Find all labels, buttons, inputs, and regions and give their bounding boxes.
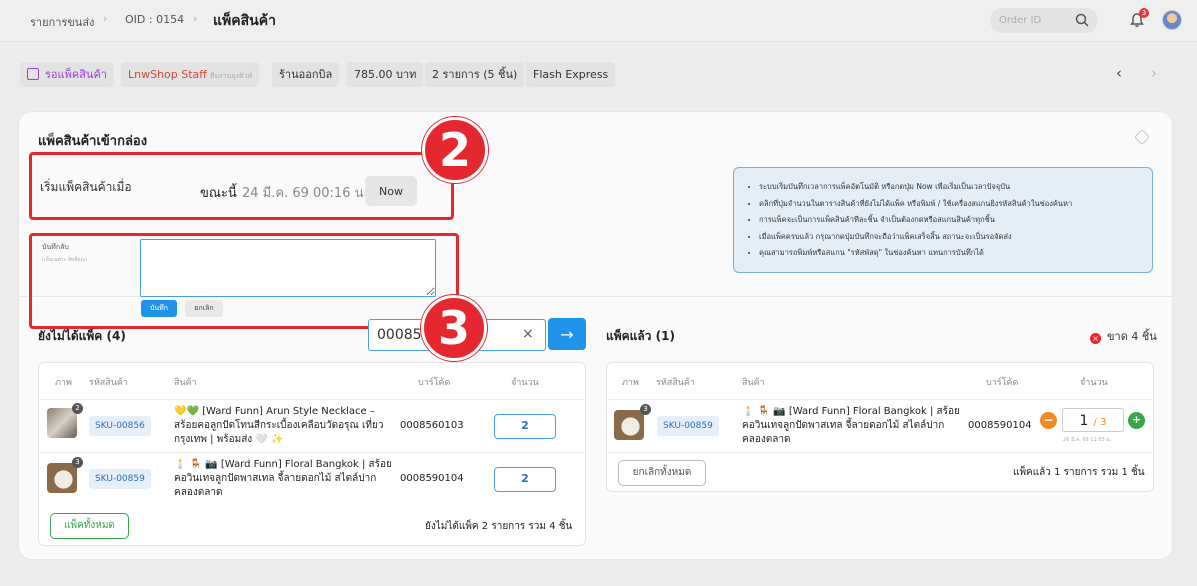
now-label: ขณะนี้ xyxy=(200,186,237,201)
barcode-value: 0008590104 xyxy=(400,473,464,484)
product-name-line: 💛💚 [Ward Funn] Arun Style Necklace – xyxy=(174,406,375,417)
packed-timestamp: 26 มี.ค. 69 11:03 น. xyxy=(1063,437,1112,443)
column-header-qty: จำนวน xyxy=(1080,378,1108,388)
callout-badge-3: 3 xyxy=(421,295,487,361)
instruction-item: การแพ็คจะเป็นการแพ็คสินค้าทีละชิ้น จำเป็… xyxy=(759,212,1142,229)
missing-count: × ขาด 4 ชิ้น xyxy=(1090,327,1157,345)
sku-tag: SKU-00859 xyxy=(89,469,151,489)
callout-badge-2: 2 xyxy=(422,117,488,183)
thumbnail-badge: 3 xyxy=(72,457,83,468)
column-header-barcode: บาร์โค้ด xyxy=(986,378,1019,388)
row-divider xyxy=(39,399,585,400)
product-name-line: คลองตลาด xyxy=(742,434,791,445)
pack-all-button[interactable]: แพ็คทั้งหมด xyxy=(50,513,129,539)
thumbnail-badge: 3 xyxy=(640,404,651,415)
product-thumbnail xyxy=(47,408,77,438)
column-header-qty: จำนวน xyxy=(511,378,539,388)
unpacked-summary: ยังไม่ได้แพ็ค 2 รายการ รวม 4 ชิ้น xyxy=(425,521,573,532)
package-icon xyxy=(27,68,39,80)
now-button[interactable]: Now xyxy=(365,176,417,206)
avatar[interactable] xyxy=(1162,10,1182,30)
column-header-sku: รหัสสินค้า xyxy=(89,378,128,388)
product-thumbnail xyxy=(47,463,77,493)
scan-submit-button[interactable]: → xyxy=(548,318,586,350)
product-thumbnail xyxy=(614,410,644,440)
amount-badge: 785.00 บาท xyxy=(347,62,424,87)
breadcrumb-order[interactable]: OID : 0154 xyxy=(125,13,184,26)
order-search xyxy=(990,8,1098,33)
instruction-item: เมื่อแพ็คครบแล้ว กรุณากดปุ่มบันทึกจะถือว… xyxy=(759,229,1142,246)
increase-qty-button[interactable]: + xyxy=(1128,412,1145,429)
status-badge: รอแพ็คสินค้า xyxy=(20,62,114,87)
order-status-bar: รอแพ็คสินค้า LnwShop Staff ทีมงานลุงคิวท์… xyxy=(0,56,1197,94)
breadcrumb-separator-icon: › xyxy=(103,12,108,25)
next-order-icon[interactable]: › xyxy=(1151,64,1157,82)
packed-qty-value: 1 xyxy=(1079,413,1089,429)
barcode-value: 0008590104 xyxy=(968,420,1032,431)
note-textarea[interactable] xyxy=(140,239,436,297)
pack-section-title: แพ็คสินค้าเข้ากล่อง xyxy=(38,134,148,149)
bill-status-badge: ร้านออกบิล xyxy=(272,62,340,87)
pack-qty-button[interactable]: 2 xyxy=(494,467,556,492)
cancel-note-button[interactable]: ยกเลิก xyxy=(185,300,223,317)
unpacked-heading: ยังไม่ได้แพ็ค (4) xyxy=(38,329,126,343)
barcode-value: 0008560103 xyxy=(400,420,464,431)
instructions-box: ระบบเริ่มบันทึกเวลาการแพ็คอัตโนมัติ หรือ… xyxy=(733,167,1153,273)
staff-badge: LnwShop Staff ทีมงานลุงคิวท์ xyxy=(121,62,260,87)
current-time: 24 มี.ค. 69 00:16 น. xyxy=(242,186,368,201)
row-divider xyxy=(607,399,1153,400)
pack-qty-button[interactable]: 2 xyxy=(494,414,556,439)
product-name-line: 🕯️ 🪑 📷 [Ward Funn] Floral Bangkok | สร้อ… xyxy=(742,406,960,417)
order-search-input[interactable] xyxy=(999,12,1069,29)
packed-heading: แพ็คแล้ว (1) xyxy=(606,329,675,343)
packed-qty-field[interactable]: 1 / 3 xyxy=(1062,408,1124,432)
instruction-item: คุณสามารถพิมพ์หรือสแกน "รหัสพัสดุ" ในช่อ… xyxy=(759,245,1142,262)
product-name-line: คอวินเทจลูกปัดพาสเทล จี้ลายดอกไม้ สไตล์ป… xyxy=(174,473,377,484)
product-name-line: 🕯️ 🪑 📷 [Ward Funn] Floral Bangkok | สร้อ… xyxy=(174,459,392,470)
notification-badge: 3 xyxy=(1139,8,1149,18)
save-note-button[interactable]: บันทึก xyxy=(141,300,177,317)
page-title: แพ็คสินค้า xyxy=(213,13,276,29)
cancel-all-button[interactable]: ยกเลิกทั้งหมด xyxy=(618,460,706,486)
search-icon[interactable] xyxy=(1074,12,1090,28)
sku-tag: SKU-00856 xyxy=(89,416,151,436)
previous-order-icon[interactable]: ‹ xyxy=(1116,64,1122,82)
note-label: บันทึกลับ xyxy=(42,243,69,251)
product-name-line: คอวินเทจลูกปัดพาสเทล จี้ลายดอกไม้ สไตล์ป… xyxy=(742,420,945,431)
product-name-line: กรุงเทพ | พร้อมส่ง 🤍 ✨ xyxy=(174,434,284,445)
row-divider xyxy=(607,452,1153,453)
column-header-product: สินค้า xyxy=(742,378,765,388)
column-header-barcode: บาร์โค้ด xyxy=(418,378,451,388)
clear-icon[interactable]: × xyxy=(522,326,534,342)
breadcrumb-separator-icon: › xyxy=(193,12,198,25)
item-count-badge: 2 รายการ (5 ชิ้น) xyxy=(425,62,525,87)
thumbnail-badge: 2 xyxy=(72,403,83,414)
error-icon: × xyxy=(1090,333,1101,344)
instruction-item: ระบบเริ่มบันทึกเวลาการแพ็คอัตโนมัติ หรือ… xyxy=(759,179,1142,196)
product-name-line: คลองตลาด xyxy=(174,487,223,498)
column-header-image: ภาพ xyxy=(55,378,72,388)
top-bar: รายการขนส่ง › OID : 0154 › แพ็คสินค้า 3 xyxy=(0,0,1197,42)
note-hint: (เห็นเฉพาะ สิทธิ์คุณ) xyxy=(42,257,88,263)
decrease-qty-button[interactable]: − xyxy=(1040,412,1057,429)
column-header-image: ภาพ xyxy=(622,378,639,388)
packed-summary: แพ็คแล้ว 1 รายการ รวม 1 ชิ้น xyxy=(1013,467,1145,478)
start-packing-label: เริ่มแพ็คสินค้าเมื่อ xyxy=(40,180,132,194)
instruction-item: คลิกที่ปุ่มจำนวนในตารางสินค้าที่ยังไม่ได… xyxy=(759,196,1142,213)
packed-qty-total: / 3 xyxy=(1093,417,1107,428)
carrier-badge: Flash Express xyxy=(526,62,616,87)
row-divider xyxy=(39,452,585,453)
product-name-line: สร้อยคอลูกปัดโทนสีกระเบื้องเคลือบวัดอรุณ… xyxy=(174,420,384,431)
breadcrumb-shipping[interactable]: รายการขนส่ง xyxy=(30,13,94,31)
column-header-sku: รหัสสินค้า xyxy=(656,378,695,388)
sku-tag: SKU-00859 xyxy=(657,416,719,436)
column-header-product: สินค้า xyxy=(174,378,197,388)
